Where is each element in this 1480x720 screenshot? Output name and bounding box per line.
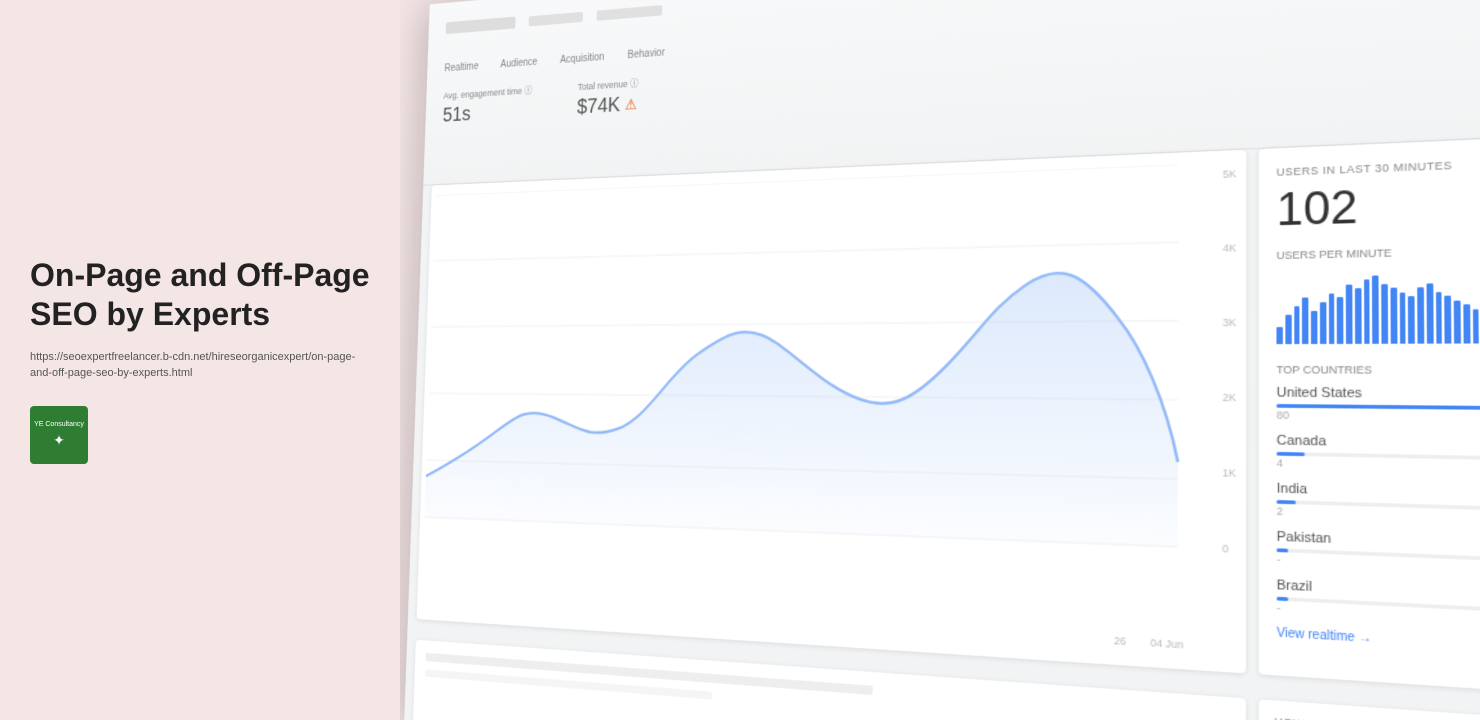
trending-title: HOW ARE ACTIVE USERS TRENDING? [1274, 715, 1480, 720]
country-row-1: Canada 4 [1277, 433, 1480, 474]
country-row-4: Brazil - [1277, 578, 1480, 627]
header-placeholder [446, 16, 516, 34]
bar-item-20 [1454, 300, 1461, 343]
bar-item-18 [1435, 292, 1442, 344]
bar-item-0 [1276, 327, 1282, 344]
bar-item-5 [1320, 302, 1326, 344]
users-header-label: USERS IN LAST 30 MINUTES [1276, 159, 1452, 178]
country-count-0: 80 [1277, 409, 1480, 424]
y-axis: 5K 4K 3K 2K 1K 0 [1222, 168, 1236, 555]
users-panel: USERS IN LAST 30 MINUTES ↻ ▾ 102 USERS P… [1259, 137, 1480, 694]
analytics-wrapper: Realtime Audience Acquisition Behavior A… [400, 0, 1480, 720]
analytics-screen: Realtime Audience Acquisition Behavior A… [404, 0, 1480, 720]
metric-value-revenue: $74K ⚠ [577, 92, 639, 119]
bar-item-8 [1346, 284, 1352, 343]
y-label-4k: 4K [1223, 242, 1237, 254]
bar-item-15 [1408, 296, 1415, 343]
metric-label-revenue: Total revenue ⓘ [577, 76, 638, 93]
country-bar-1 [1277, 452, 1306, 456]
bar-item-21 [1463, 304, 1470, 343]
left-panel: On-Page and Off-Page SEO by Experts http… [0, 0, 400, 720]
x-axis: 26 04 Jun [1114, 635, 1184, 651]
country-row-3: Pakistan - [1277, 530, 1480, 577]
bar-item-11 [1372, 276, 1379, 344]
bar-item-19 [1445, 296, 1452, 344]
line-chart-svg [424, 164, 1191, 560]
bar-item-6 [1328, 293, 1334, 344]
metric-value-engagement: 51s [442, 99, 532, 127]
country-bar-3 [1277, 548, 1289, 552]
countries-list: United States 80 Canada 4 India 2 Pakist… [1277, 386, 1480, 628]
country-bar-2 [1277, 500, 1296, 504]
x-label-26: 26 [1114, 635, 1126, 648]
page-title: On-Page and Off-Page SEO by Experts [30, 256, 370, 333]
warning-icon: ⚠ [625, 96, 637, 114]
users-count: 102 [1276, 177, 1480, 238]
main-chart: 5K 4K 3K 2K 1K 0 [417, 150, 1247, 674]
metric-revenue: Total revenue ⓘ $74K ⚠ [577, 76, 639, 120]
bar-item-17 [1426, 283, 1433, 343]
country-bar-4 [1277, 597, 1289, 601]
top-countries-label: TOP COUNTRIES [1276, 364, 1371, 377]
y-label-0: 0 [1222, 542, 1236, 555]
logo-box[interactable]: YE Consultancy ✦ [30, 406, 88, 464]
logo-text: YE Consultancy [34, 421, 84, 429]
country-row-2: India 2 [1277, 481, 1480, 525]
logo-icon: ✦ [53, 432, 65, 449]
view-realtime-link[interactable]: View realtime → [1277, 627, 1480, 655]
bar-item-2 [1294, 306, 1300, 344]
bar-item-14 [1399, 292, 1406, 344]
bar-item-7 [1337, 297, 1343, 344]
bar-item-22 [1472, 309, 1479, 344]
header-placeholder-3 [597, 5, 663, 21]
country-name-0: United States [1277, 386, 1480, 403]
y-label-5k: 5K [1223, 168, 1237, 180]
bar-item-10 [1363, 280, 1370, 344]
country-name-1: Canada [1277, 433, 1480, 452]
y-label-1k: 1K [1222, 467, 1236, 480]
metric-engagement: Avg. engagement time ⓘ 51s [442, 83, 532, 127]
bar-item-13 [1390, 288, 1397, 344]
users-per-min-label: USERS PER MINUTE [1276, 244, 1480, 262]
country-row-0: United States 80 [1277, 386, 1480, 425]
bar-item-1 [1285, 315, 1291, 344]
page-url[interactable]: https://seoexpertfreelancer.b-cdn.net/hi… [30, 349, 370, 382]
y-label-3k: 3K [1223, 316, 1237, 328]
bar-item-4 [1311, 310, 1317, 344]
users-bar-chart [1276, 267, 1480, 345]
x-label-jun: 04 Jun [1150, 637, 1183, 651]
users-panel-header: USERS IN LAST 30 MINUTES ↻ ▾ [1276, 155, 1480, 178]
trending-section: HOW ARE ACTIVE USERS TRENDING? User acti… [1259, 699, 1480, 720]
header-placeholder-2 [529, 12, 583, 27]
bar-item-3 [1302, 298, 1308, 344]
bar-item-12 [1381, 284, 1388, 344]
bar-item-9 [1355, 289, 1361, 344]
country-count-1: 4 [1277, 457, 1480, 475]
y-label-2k: 2K [1222, 391, 1236, 403]
bar-item-16 [1417, 288, 1424, 344]
top-countries-header: TOP COUNTRIES USERS [1276, 364, 1480, 377]
